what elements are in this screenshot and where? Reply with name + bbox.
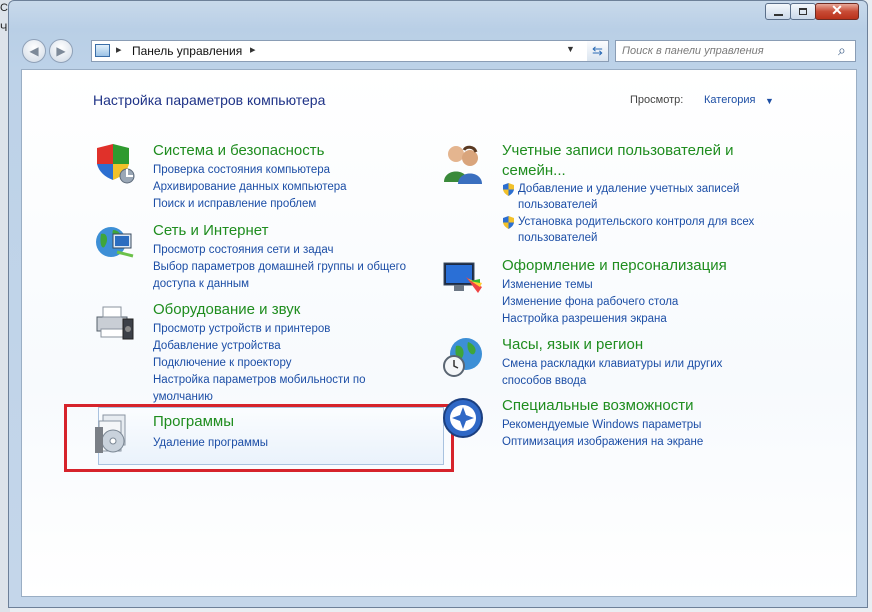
category-title[interactable]: Оборудование и звук xyxy=(153,301,300,318)
link[interactable]: умолчанию xyxy=(153,391,213,403)
category-system-security: Система и безопасность Проверка состояни… xyxy=(93,142,433,212)
category-hardware-sound: Оборудование и звук Просмотр устройств и… xyxy=(93,301,433,403)
category-title[interactable]: Часы, язык и регион xyxy=(502,336,643,353)
link[interactable]: Добавление устройства xyxy=(153,340,281,352)
link[interactable]: способов ввода xyxy=(502,375,586,387)
view-by-label: Просмотр: xyxy=(630,94,684,106)
maximize-icon xyxy=(799,8,807,15)
forward-arrow-icon: ▶ xyxy=(56,44,66,58)
link[interactable]: Поиск и исправление проблем xyxy=(153,198,316,210)
page-title: Настройка параметров компьютера xyxy=(93,92,326,108)
highlight-annotation-frame xyxy=(64,404,454,472)
category-title[interactable]: Сеть и Интернет xyxy=(153,222,269,239)
category-title[interactable]: Специальные возможности xyxy=(502,397,694,414)
category-accessibility: Специальные возможности Рекомендуемые Wi… xyxy=(442,397,842,452)
category-title[interactable]: Оформление и персонализация xyxy=(502,257,727,274)
category-title-cont[interactable]: семейн... xyxy=(502,162,566,179)
category-title[interactable]: Система и безопасность xyxy=(153,142,324,159)
control-panel-icon xyxy=(95,44,110,57)
maximize-button[interactable] xyxy=(790,3,816,20)
monitor-paint-icon xyxy=(443,262,482,293)
refresh-icon: ⇆ xyxy=(592,43,603,58)
search-placeholder: Поиск в панели управления xyxy=(622,45,764,57)
globe-clock-icon xyxy=(443,338,482,377)
minimize-button[interactable] xyxy=(765,3,791,20)
back-button[interactable]: ◀ xyxy=(22,39,46,63)
back-arrow-icon: ◀ xyxy=(29,44,39,58)
breadcrumb-separator-icon[interactable]: ▸ xyxy=(116,43,122,56)
chevron-down-icon[interactable]: ▼ xyxy=(765,96,774,106)
link[interactable]: Подключение к проектору xyxy=(153,357,291,369)
close-button[interactable]: ✕ xyxy=(815,2,859,20)
category-user-accounts: Учетные записи пользователей и семейн...… xyxy=(442,142,842,252)
forward-button[interactable]: ▶ xyxy=(49,39,73,63)
printer-icon xyxy=(96,306,134,340)
link[interactable]: Установка родительского контроля для все… xyxy=(518,216,754,228)
breadcrumb-control-panel[interactable]: Панель управления xyxy=(132,44,242,58)
link[interactable]: Настройка разрешения экрана xyxy=(502,313,667,325)
content-pane: Настройка параметров компьютера Просмотр… xyxy=(21,69,857,597)
breadcrumb-separator-icon[interactable]: ▸ xyxy=(250,43,256,56)
globe-network-icon xyxy=(96,227,134,258)
navigation-bar: ◀ ▶ ▸ Панель управления ▸ ▼ ⇆ Поиск в па… xyxy=(9,35,867,65)
users-icon xyxy=(444,145,482,184)
shield-icon xyxy=(503,183,514,196)
search-icon[interactable]: ⌕ xyxy=(838,42,846,59)
link[interactable]: Просмотр состояния сети и задач xyxy=(153,244,333,256)
link[interactable]: Архивирование данных компьютера xyxy=(153,181,347,193)
control-panel-window: ✕ ◀ ▶ ▸ Панель управления ▸ ▼ ⇆ Поиск в … xyxy=(8,0,868,608)
category-network-internet: Сеть и Интернет Просмотр состояния сети … xyxy=(93,222,433,292)
category-appearance: Оформление и персонализация Изменение те… xyxy=(442,257,842,327)
view-by-dropdown[interactable]: Категория xyxy=(704,94,755,106)
shield-icon xyxy=(503,216,514,229)
caption-buttons: ✕ xyxy=(765,2,859,20)
background-char: Ч xyxy=(0,22,8,34)
link[interactable]: Просмотр устройств и принтеров xyxy=(153,323,330,335)
category-title[interactable]: Учетные записи пользователей и xyxy=(502,142,734,159)
link[interactable]: Выбор параметров домашней группы и общег… xyxy=(153,261,406,273)
accessibility-icon xyxy=(443,398,483,438)
category-clock-language-region: Часы, язык и регион Смена раскладки клав… xyxy=(442,336,842,391)
link[interactable]: доступа к данным xyxy=(153,278,249,290)
link[interactable]: пользователей xyxy=(518,199,597,211)
shield-icon xyxy=(97,144,135,184)
link[interactable]: Оптимизация изображения на экране xyxy=(502,436,703,448)
link[interactable]: Настройка параметров мобильности по xyxy=(153,374,366,386)
close-icon: ✕ xyxy=(831,2,843,18)
link[interactable]: Добавление и удаление учетных записей xyxy=(518,183,739,195)
refresh-button[interactable]: ⇆ xyxy=(587,40,609,62)
link[interactable]: пользователей xyxy=(518,232,597,244)
address-dropdown-icon[interactable]: ▼ xyxy=(566,44,575,54)
link[interactable]: Проверка состояния компьютера xyxy=(153,164,330,176)
link[interactable]: Рекомендуемые Windows параметры xyxy=(502,419,701,431)
background-char: С xyxy=(0,2,8,14)
search-box[interactable]: Поиск в панели управления ⌕ xyxy=(615,40,856,62)
address-bar[interactable]: ▸ Панель управления ▸ ▼ xyxy=(91,40,593,62)
link[interactable]: Изменение фона рабочего стола xyxy=(502,296,678,308)
link[interactable]: Смена раскладки клавиатуры или других xyxy=(502,358,722,370)
link[interactable]: Изменение темы xyxy=(502,279,593,291)
minimize-icon xyxy=(774,14,783,16)
